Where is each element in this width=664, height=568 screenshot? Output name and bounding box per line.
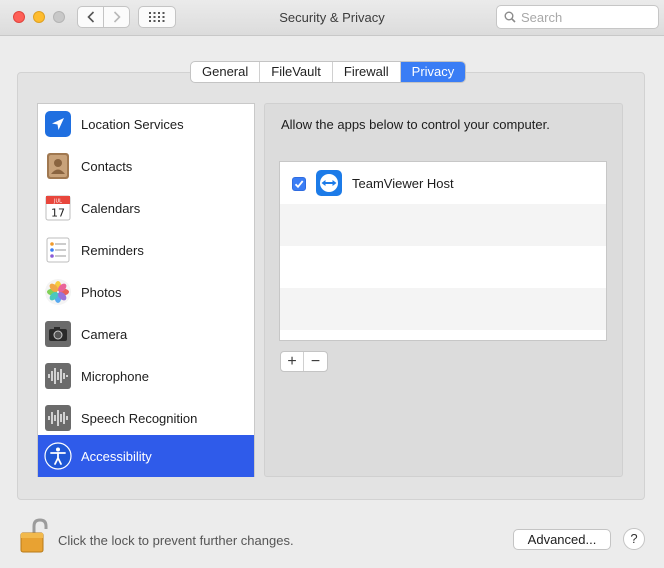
- sidebar-item-label: Microphone: [81, 368, 149, 384]
- teamviewer-icon: [316, 170, 342, 196]
- tab-filevault[interactable]: FileVault: [260, 62, 333, 82]
- sidebar-item-label: Speech Recognition: [81, 410, 198, 426]
- title-bar: Security & Privacy: [0, 0, 664, 36]
- sidebar-item-label: Accessibility: [81, 448, 152, 464]
- calendar-icon: JUL 17: [45, 195, 71, 221]
- photos-icon: [45, 279, 71, 305]
- tab-privacy[interactable]: Privacy: [400, 62, 466, 82]
- tab-firewall[interactable]: Firewall: [333, 62, 401, 82]
- sidebar-item-calendars[interactable]: JUL 17 Calendars: [38, 187, 254, 229]
- sidebar-item-reminders[interactable]: Reminders: [38, 229, 254, 271]
- lock-status-text: Click the lock to prevent further change…: [58, 533, 294, 548]
- sidebar-item-label: Location Services: [81, 116, 184, 132]
- remove-app-button[interactable]: −: [304, 352, 327, 371]
- search-icon: [504, 11, 516, 23]
- sidebar-item-label: Photos: [81, 284, 122, 300]
- sidebar-item-label: Calendars: [81, 200, 141, 216]
- sidebar-item-speech-recognition[interactable]: Speech Recognition: [38, 397, 254, 439]
- sidebar-item-contacts[interactable]: Contacts: [38, 145, 254, 187]
- search-input[interactable]: [521, 9, 651, 25]
- app-name: TeamViewer Host: [352, 176, 454, 191]
- sidebar-item-accessibility[interactable]: Accessibility: [38, 435, 254, 477]
- checkmark-icon: [294, 180, 304, 189]
- advanced-button[interactable]: Advanced...: [513, 529, 611, 550]
- sidebar-item-location-services[interactable]: Location Services: [38, 103, 254, 145]
- lock-icon[interactable]: [17, 518, 51, 554]
- accessibility-icon: [44, 442, 72, 470]
- privacy-category-list: Location Services Contacts JUL 17 Calend…: [37, 103, 255, 477]
- list-item-empty: [280, 288, 606, 330]
- svg-text:JUL: JUL: [53, 199, 62, 205]
- allow-description: Allow the apps below to control your com…: [281, 117, 550, 132]
- sidebar-item-photos[interactable]: Photos: [38, 271, 254, 313]
- app-enabled-checkbox[interactable]: [292, 177, 306, 191]
- search-field[interactable]: [496, 5, 659, 29]
- reminders-icon: [46, 237, 70, 263]
- tab-general[interactable]: General: [191, 62, 261, 82]
- add-app-button[interactable]: +: [281, 352, 304, 371]
- list-item-empty: [280, 246, 606, 288]
- sidebar-item-label: Reminders: [81, 242, 144, 258]
- sidebar-item-label: Contacts: [81, 158, 133, 174]
- add-remove-control: + −: [280, 351, 328, 372]
- contacts-icon: [47, 153, 69, 179]
- list-item-empty: [280, 204, 606, 246]
- sidebar-item-microphone[interactable]: Microphone: [38, 355, 254, 397]
- sidebar-item-camera[interactable]: Camera: [38, 313, 254, 355]
- location-arrow-icon: [45, 111, 71, 137]
- app-list: TeamViewer Host: [279, 161, 607, 341]
- tab-bar: General FileVault Firewall Privacy: [190, 61, 467, 83]
- sidebar-item-label: Camera: [81, 326, 128, 342]
- camera-icon: [45, 321, 71, 347]
- app-row-teamviewer[interactable]: TeamViewer Host: [280, 162, 606, 204]
- speech-waveform-icon: [45, 405, 71, 431]
- help-button[interactable]: ?: [623, 528, 645, 550]
- svg-text:17: 17: [51, 207, 65, 220]
- microphone-waveform-icon: [45, 363, 71, 389]
